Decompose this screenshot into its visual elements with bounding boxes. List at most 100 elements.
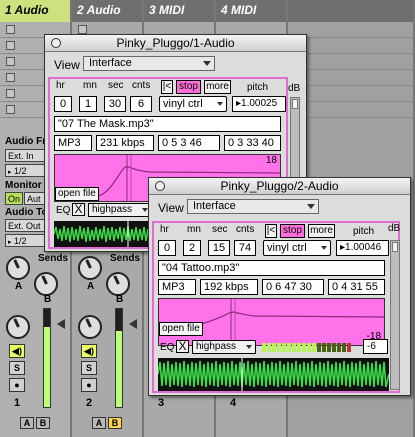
clip-slot-stop[interactable] bbox=[78, 25, 87, 34]
open-file-button[interactable]: open file bbox=[159, 322, 203, 336]
crossfade-a-1[interactable]: A bbox=[20, 417, 34, 429]
monitor-auto-button[interactable]: Aut bbox=[24, 192, 45, 205]
rewind-button[interactable]: |< bbox=[265, 224, 277, 238]
volume-fader-1[interactable] bbox=[57, 319, 65, 329]
track-header-1[interactable]: 1 Audio bbox=[0, 0, 72, 22]
clip-slot-stop[interactable] bbox=[6, 57, 15, 66]
close-icon[interactable] bbox=[51, 38, 61, 48]
crossfade-b-1[interactable]: B bbox=[36, 417, 50, 429]
send-a-knob-1[interactable] bbox=[6, 256, 30, 280]
more-button[interactable]: more bbox=[308, 224, 335, 238]
window-titlebar[interactable]: Pinky_Pluggo/2-Audio bbox=[149, 178, 410, 195]
duration-field: 0 6 47 30 bbox=[262, 279, 324, 295]
solo-button-2[interactable]: S bbox=[81, 361, 97, 375]
crossfade-b-2[interactable]: B bbox=[108, 417, 122, 429]
pitch-label: pitch bbox=[353, 226, 375, 237]
output-channel-select[interactable]: ▸ 1/2 bbox=[5, 234, 45, 247]
cnts-field[interactable]: 6 bbox=[130, 96, 152, 112]
send-a-label-2: A bbox=[87, 281, 95, 292]
open-file-button[interactable]: open file bbox=[55, 187, 99, 201]
vinyl-ctrl-select[interactable]: vinyl ctrl bbox=[159, 96, 227, 112]
speaker-icon[interactable]: ◀) bbox=[81, 344, 97, 358]
filter-type-select[interactable]: highpass bbox=[192, 340, 256, 354]
rewind-button[interactable]: |< bbox=[161, 80, 173, 94]
level-meter-2 bbox=[115, 308, 123, 408]
window-titlebar[interactable]: Pinky_Pluggo/1-Audio bbox=[45, 35, 306, 52]
send-b-knob-2[interactable] bbox=[106, 272, 130, 296]
pan-knob-2[interactable] bbox=[78, 315, 102, 339]
vinyl-ctrl-value: vinyl ctrl bbox=[267, 242, 307, 254]
audio-from-label: Audio Fr bbox=[5, 136, 47, 147]
track-header-4[interactable]: 4 MIDI bbox=[216, 0, 288, 22]
sec-field[interactable]: 30 bbox=[104, 96, 126, 112]
view-label: View bbox=[158, 201, 184, 215]
vinyl-ctrl-select[interactable]: vinyl ctrl bbox=[263, 240, 331, 256]
filename-field: "07 The Mask.mp3" bbox=[54, 116, 281, 132]
sec-field[interactable]: 15 bbox=[208, 240, 230, 256]
send-b-knob-1[interactable] bbox=[34, 272, 58, 296]
eq-bypass-checkbox[interactable]: X bbox=[176, 340, 189, 353]
volume-fader-2[interactable] bbox=[129, 319, 137, 329]
track-number-2: 2 bbox=[86, 397, 93, 409]
output-channel-value: 1/2 bbox=[14, 236, 27, 246]
gain-slider-thumb[interactable] bbox=[392, 242, 398, 252]
pan-knob-1[interactable] bbox=[6, 315, 30, 339]
pitch-field[interactable]: ▸1.00025 bbox=[232, 96, 286, 112]
solo-button-1[interactable]: S bbox=[9, 361, 25, 375]
clip-slot-stop[interactable] bbox=[6, 89, 15, 98]
input-channel-select[interactable]: ▸ 1/2 bbox=[5, 164, 45, 177]
plugin-body: hr mn sec cnts |< stop more pitch dB 0 2… bbox=[152, 221, 400, 393]
clip-slot-stop[interactable] bbox=[6, 105, 15, 114]
waveform-display[interactable] bbox=[158, 358, 389, 391]
bitrate-field: 231 kbps bbox=[96, 135, 154, 151]
hr-field[interactable]: 0 bbox=[158, 240, 176, 256]
plugin-window-2[interactable]: Pinky_Pluggo/2-Audio View Interface hr m… bbox=[148, 177, 411, 396]
cnts-field[interactable]: 74 bbox=[234, 240, 256, 256]
send-b-label-2: B bbox=[116, 294, 124, 305]
view-dropdown[interactable]: Interface bbox=[83, 56, 215, 71]
window-title: Pinky_Pluggo/2-Audio bbox=[220, 179, 339, 193]
eq-bypass-checkbox[interactable]: X bbox=[72, 203, 85, 216]
clip-slot-stop[interactable] bbox=[6, 25, 15, 34]
input-channel-value: 1/2 bbox=[14, 166, 27, 176]
hr-field[interactable]: 0 bbox=[54, 96, 72, 112]
chevron-down-icon bbox=[246, 345, 252, 349]
monitor-on-button[interactable]: On bbox=[5, 192, 23, 205]
clip-slot-stop[interactable] bbox=[6, 73, 15, 82]
mn-field[interactable]: 2 bbox=[183, 240, 201, 256]
mn-label: mn bbox=[83, 80, 97, 91]
stop-button[interactable]: stop bbox=[176, 80, 201, 94]
clip-slot-stop[interactable] bbox=[6, 41, 15, 50]
eq-label: EQ bbox=[160, 342, 175, 353]
filter-type-select[interactable]: highpass bbox=[88, 203, 152, 217]
view-dropdown[interactable]: Interface bbox=[187, 199, 319, 214]
gain-field[interactable]: -6 bbox=[363, 339, 388, 354]
sec-label: sec bbox=[212, 224, 228, 235]
bitrate-field: 192 kbps bbox=[200, 279, 258, 295]
gain-slider-thumb[interactable] bbox=[292, 99, 298, 109]
audio-from-select[interactable]: Ext. In bbox=[5, 149, 45, 162]
close-icon[interactable] bbox=[155, 181, 165, 191]
more-button[interactable]: more bbox=[204, 80, 231, 94]
arm-button-2[interactable]: ● bbox=[81, 378, 97, 392]
cnts-label: cnts bbox=[236, 224, 255, 235]
filter-type-value: highpass bbox=[196, 341, 237, 352]
db-scale-top: 18 bbox=[265, 155, 277, 166]
audio-to-select[interactable]: Ext. Out bbox=[5, 219, 45, 232]
send-a-label-1: A bbox=[15, 281, 23, 292]
pitch-field[interactable]: ▸1.00046 bbox=[336, 240, 389, 256]
mn-field[interactable]: 1 bbox=[79, 96, 97, 112]
audio-to-label: Audio To bbox=[5, 207, 48, 218]
gain-slider[interactable] bbox=[390, 240, 400, 390]
mn-label: mn bbox=[187, 224, 201, 235]
track-header-3[interactable]: 3 MIDI bbox=[144, 0, 216, 22]
send-a-knob-2[interactable] bbox=[78, 256, 102, 280]
crossfade-a-2[interactable]: A bbox=[92, 417, 106, 429]
stop-button[interactable]: stop bbox=[280, 224, 305, 238]
track-number-1: 1 bbox=[14, 397, 21, 409]
track-header-2[interactable]: 2 Audio bbox=[72, 0, 144, 22]
chevron-down-icon bbox=[321, 246, 327, 250]
arm-button-1[interactable]: ● bbox=[9, 378, 25, 392]
speaker-icon[interactable]: ◀) bbox=[9, 344, 25, 358]
level-leds bbox=[262, 343, 351, 352]
